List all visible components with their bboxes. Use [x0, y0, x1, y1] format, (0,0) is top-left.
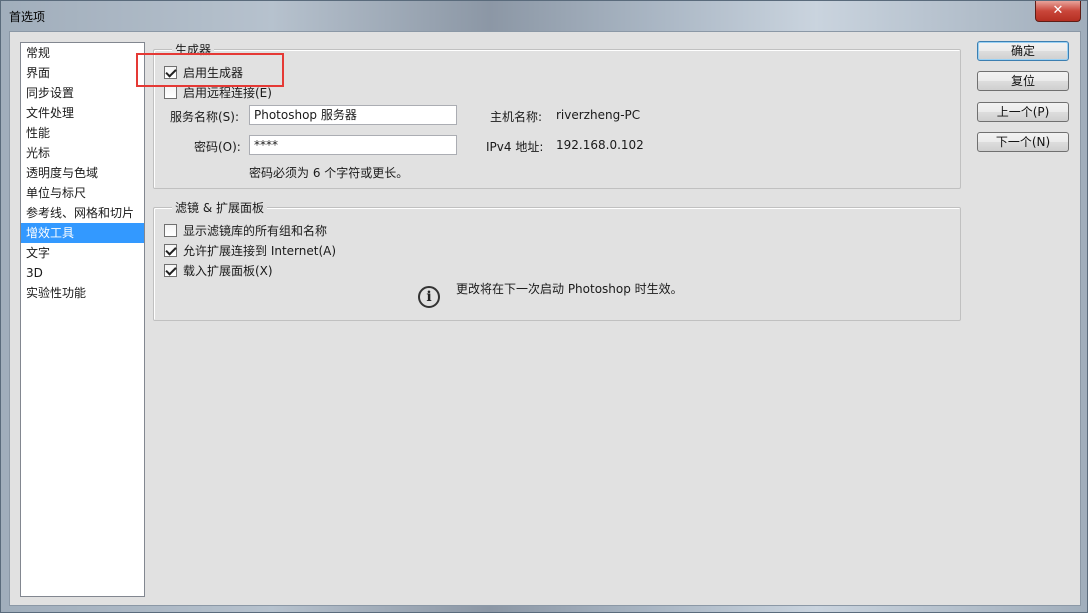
show-all-groups-label: 显示滤镜库的所有组和名称: [183, 224, 328, 238]
nav-item-transparency-gamut[interactable]: 透明度与色域: [21, 163, 144, 183]
enable-remote-checkbox[interactable]: [164, 86, 177, 99]
password-label: 密码(O):: [194, 140, 241, 154]
previous-button[interactable]: 上一个(P): [977, 102, 1069, 122]
allow-internet-checkbox[interactable]: [164, 244, 177, 257]
load-panels-checkbox[interactable]: [164, 264, 177, 277]
info-icon: i: [418, 286, 440, 308]
highlight-box: [136, 53, 284, 87]
nav-item-units-rulers[interactable]: 单位与标尺: [21, 183, 144, 203]
dialog-body: 常规 界面 同步设置 文件处理 性能 光标 透明度与色域 单位与标尺 参考线、网…: [9, 31, 1081, 606]
nav-item-file-handling[interactable]: 文件处理: [21, 103, 144, 123]
nav-item-cursors[interactable]: 光标: [21, 143, 144, 163]
hostname-value: riverzheng-PC: [556, 108, 641, 122]
nav-item-performance[interactable]: 性能: [21, 123, 144, 143]
filters-extensions-group: 滤镜 & 扩展面板 显示滤镜库的所有组和名称 允许扩展连接到 Internet(…: [153, 199, 961, 321]
nav-item-interface[interactable]: 界面: [21, 63, 144, 83]
allow-internet-label: 允许扩展连接到 Internet(A): [183, 244, 337, 258]
hostname-label: 主机名称:: [490, 110, 543, 124]
reset-button[interactable]: 复位: [977, 71, 1069, 91]
next-button[interactable]: 下一个(N): [977, 132, 1069, 152]
ipv4-label: IPv4 地址:: [486, 140, 544, 154]
show-all-groups-option[interactable]: 显示滤镜库的所有组和名称: [164, 222, 327, 239]
load-panels-label: 载入扩展面板(X): [183, 264, 273, 278]
title-bar[interactable]: 首选项 ✕: [1, 1, 1087, 31]
ipv4-value: 192.168.0.102: [556, 138, 644, 152]
nav-item-3d[interactable]: 3D: [21, 263, 144, 283]
category-list[interactable]: 常规 界面 同步设置 文件处理 性能 光标 透明度与色域 单位与标尺 参考线、网…: [20, 42, 145, 597]
load-panels-option[interactable]: 载入扩展面板(X): [164, 262, 273, 279]
password-field[interactable]: ****: [249, 135, 457, 155]
nav-item-plugins[interactable]: 增效工具: [21, 223, 144, 243]
allow-internet-option[interactable]: 允许扩展连接到 Internet(A): [164, 242, 336, 259]
nav-item-general[interactable]: 常规: [21, 43, 144, 63]
service-name-label: 服务名称(S):: [170, 110, 240, 124]
password-hint: 密码必须为 6 个字符或更长。: [249, 166, 409, 180]
close-button[interactable]: ✕: [1035, 1, 1081, 22]
restart-notice: 更改将在下一次启动 Photoshop 时生效。: [456, 282, 683, 296]
preferences-dialog: 首选项 ✕ 常规 界面 同步设置 文件处理 性能 光标 透明度与色域 单位与标尺…: [0, 0, 1088, 613]
ok-button[interactable]: 确定: [977, 41, 1069, 61]
show-all-groups-checkbox[interactable]: [164, 224, 177, 237]
filters-group-title: 滤镜 & 扩展面板: [172, 199, 267, 216]
service-name-field[interactable]: Photoshop 服务器: [249, 105, 457, 125]
nav-item-type[interactable]: 文字: [21, 243, 144, 263]
nav-item-sync-settings[interactable]: 同步设置: [21, 83, 144, 103]
nav-item-experimental[interactable]: 实验性功能: [21, 283, 144, 303]
nav-item-guides-grid-slices[interactable]: 参考线、网格和切片: [21, 203, 144, 223]
window-title: 首选项: [9, 10, 46, 24]
